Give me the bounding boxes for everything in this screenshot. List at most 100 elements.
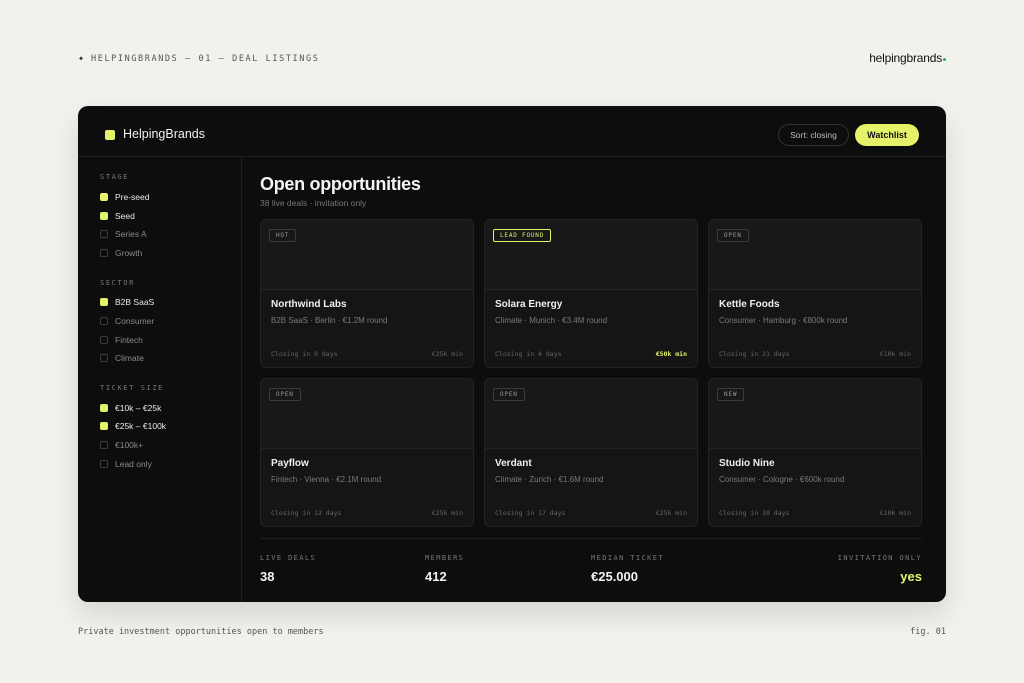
top-caption: ✦ HELPINGBRANDS — 01 — DEAL LISTINGS (78, 53, 319, 64)
filter-item-fintech[interactable]: Fintech (100, 334, 143, 346)
filter-item-label: €10k – €25k (115, 403, 162, 413)
checkbox-checked[interactable] (100, 422, 108, 430)
page-subtitle: 38 live deals · invitation only (260, 198, 367, 208)
deal-min-ticket: €25k min (431, 509, 463, 517)
deal-meta: Consumer · Cologne · €600k round (719, 475, 845, 484)
filter-item-label: Lead only (115, 459, 152, 469)
logo-square-icon (105, 130, 115, 140)
deal-card-payflow[interactable]: OPEN Payflow Fintech · Vienna · €2.1M ro… (260, 378, 474, 527)
stat-value-members: 412 (425, 569, 447, 584)
filter-item-lead-only[interactable]: Lead only (100, 458, 152, 470)
deal-card-verdant[interactable]: OPEN Verdant Climate · Zurich · €1.6M ro… (484, 378, 698, 527)
deal-closing: Closing in 9 days (271, 350, 338, 358)
deal-meta: B2B SaaS · Berlin · €1.2M round (271, 316, 388, 325)
deal-name: Verdant (495, 458, 532, 469)
deal-min-ticket: €50k min (655, 350, 687, 358)
checkbox-checked[interactable] (100, 404, 108, 412)
bottom-caption: Private investment opportunities open to… (78, 627, 324, 637)
deal-closing: Closing in 21 days (719, 350, 790, 358)
deal-closing: Closing in 30 days (719, 509, 790, 517)
filter-item-label: €100k+ (115, 440, 144, 450)
filter-item-label: Pre-seed (115, 192, 150, 202)
deal-name: Payflow (271, 458, 309, 469)
filter-item-growth[interactable]: Growth (100, 247, 142, 259)
deal-meta: Climate · Zurich · €1.6M round (495, 475, 604, 484)
brand-wordmark: helpingbrands (869, 51, 946, 65)
logo-text: HelpingBrands (123, 127, 205, 141)
filter-item-series-a[interactable]: Series A (100, 228, 147, 240)
deal-status-badge: NEW (717, 388, 745, 401)
stat-value-median-ticket: €25.000 (591, 569, 638, 584)
deal-status-badge: HOT (269, 229, 297, 242)
checkbox-unchecked[interactable] (100, 230, 108, 238)
main-content: Open opportunities 38 live deals · invit… (260, 157, 926, 602)
checkbox-unchecked[interactable] (100, 460, 108, 468)
filter-item-label: Fintech (115, 335, 143, 345)
filter-item-ticket-25k-100k[interactable]: €25k – €100k (100, 420, 166, 432)
filter-section-title-stage: STAGE (100, 173, 130, 181)
deal-status-badge: LEAD FOUND (493, 229, 552, 242)
deal-meta: Climate · Munich · €3.4M round (495, 316, 608, 325)
sparkle-icon: ✦ (78, 53, 85, 64)
filter-item-ticket-100k-plus[interactable]: €100k+ (100, 439, 143, 451)
stat-label-median-ticket: MEDIAN TICKET (591, 554, 664, 562)
deal-card-kettle-foods[interactable]: OPEN Kettle Foods Consumer · Hamburg · €… (708, 219, 922, 368)
deal-name: Solara Energy (495, 299, 563, 310)
deal-closing: Closing in 12 days (271, 509, 342, 517)
deal-closing: Closing in 17 days (495, 509, 566, 517)
deal-min-ticket: €10k min (879, 509, 911, 517)
filter-item-label: B2B SaaS (115, 297, 155, 307)
deal-min-ticket: €25k min (655, 509, 687, 517)
brand-wordmark-text: helpingbrands (869, 51, 942, 65)
checkbox-unchecked[interactable] (100, 441, 108, 449)
filter-item-consumer[interactable]: Consumer (100, 315, 154, 327)
filter-item-pre-seed[interactable]: Pre-seed (100, 191, 150, 203)
deal-card-studio-nine[interactable]: NEW Studio Nine Consumer · Cologne · €60… (708, 378, 922, 527)
filter-sidebar: STAGE Pre-seed Seed Series A Growth SECT… (78, 157, 242, 602)
deal-card-solara-energy[interactable]: LEAD FOUND Solara Energy Climate · Munic… (484, 219, 698, 368)
filter-item-label: Consumer (115, 316, 155, 326)
filter-item-label: Growth (115, 248, 143, 258)
brand-dot-icon (943, 58, 946, 61)
filter-item-label: Seed (115, 211, 135, 221)
page-title: Open opportunities (260, 174, 421, 194)
watchlist-button[interactable]: Watchlist (855, 124, 919, 146)
checkbox-checked[interactable] (100, 298, 108, 306)
deal-meta: Consumer · Hamburg · €800k round (719, 316, 848, 325)
filter-item-label: Series A (115, 229, 147, 239)
filter-item-seed[interactable]: Seed (100, 210, 135, 222)
deal-name: Kettle Foods (719, 299, 780, 310)
sort-button[interactable]: Sort: closing (778, 124, 849, 146)
stat-label-invitation-only: INVITATION ONLY (837, 554, 922, 562)
stat-label-members: MEMBERS (425, 554, 465, 562)
deal-meta: Fintech · Vienna · €2.1M round (271, 475, 382, 484)
filter-item-ticket-10k-25k[interactable]: €10k – €25k (100, 402, 161, 414)
top-caption-text: HELPINGBRANDS — 01 — DEAL LISTINGS (91, 53, 320, 64)
deal-card-northwind-labs[interactable]: HOT Northwind Labs B2B SaaS · Berlin · €… (260, 219, 474, 368)
checkbox-checked[interactable] (100, 212, 108, 220)
deal-min-ticket: €10k min (879, 350, 911, 358)
filter-item-climate[interactable]: Climate (100, 352, 144, 364)
deal-closing: Closing in 4 days (495, 350, 562, 358)
deal-status-badge: OPEN (269, 388, 301, 401)
deal-name: Studio Nine (719, 458, 775, 469)
app-header: HelpingBrands Sort: closing Watchlist (78, 106, 946, 157)
checkbox-unchecked[interactable] (100, 336, 108, 344)
deal-name: Northwind Labs (271, 299, 347, 310)
checkbox-checked[interactable] (100, 193, 108, 201)
deal-status-badge: OPEN (493, 388, 525, 401)
filter-item-label: Climate (115, 353, 144, 363)
figure-number: fig. 01 (910, 627, 946, 637)
filter-item-b2b-saas[interactable]: B2B SaaS (100, 296, 154, 308)
deal-min-ticket: €25k min (431, 350, 463, 358)
app-window: HelpingBrands Sort: closing Watchlist ST… (78, 106, 946, 602)
stat-value-invitation-only: yes (900, 569, 922, 584)
checkbox-unchecked[interactable] (100, 249, 108, 257)
stat-value-live-deals: 38 (260, 569, 275, 584)
checkbox-unchecked[interactable] (100, 317, 108, 325)
filter-item-label: €25k – €100k (115, 421, 167, 431)
checkbox-unchecked[interactable] (100, 354, 108, 362)
filter-section-title-sector: SECTOR (100, 279, 135, 287)
stat-label-live-deals: LIVE DEALS (260, 554, 317, 562)
deal-status-badge: OPEN (717, 229, 749, 242)
